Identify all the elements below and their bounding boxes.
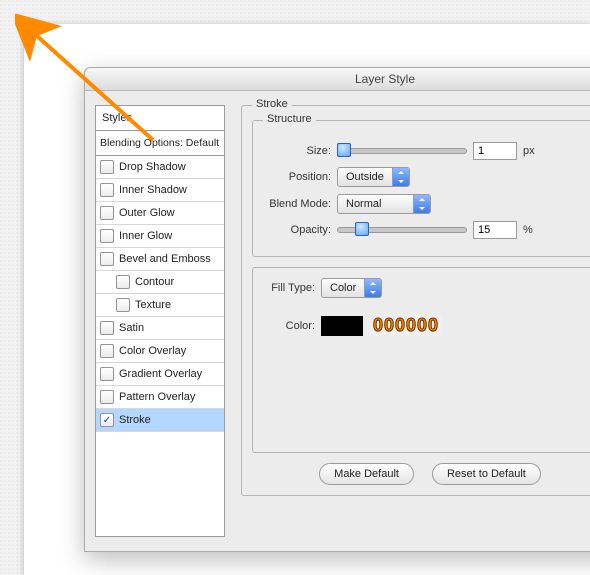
opacity-unit: % — [523, 224, 533, 236]
sidebar-item-label: Outer Glow — [119, 207, 175, 219]
sidebar-item-stroke[interactable]: ✓ Stroke — [96, 409, 224, 432]
blend-mode-label: Blend Mode: — [263, 198, 331, 210]
checkbox[interactable] — [100, 183, 114, 197]
fill-type-label: Fill Type: — [263, 282, 315, 294]
sidebar-item-label: Gradient Overlay — [119, 368, 202, 380]
checkbox[interactable] — [100, 229, 114, 243]
sidebar-item-outer-glow[interactable]: Outer Glow — [96, 202, 224, 225]
size-slider[interactable] — [337, 144, 467, 158]
opacity-slider[interactable] — [337, 223, 467, 237]
checkbox[interactable] — [100, 206, 114, 220]
sidebar-item-drop-shadow[interactable]: Drop Shadow — [96, 156, 224, 179]
color-hex-annotation: 000000 — [369, 314, 443, 337]
checkbox[interactable] — [100, 367, 114, 381]
styles-sidebar: Styles Blending Options: Default Drop Sh… — [95, 105, 225, 537]
sidebar-item-inner-glow[interactable]: Inner Glow — [96, 225, 224, 248]
checkbox[interactable] — [100, 390, 114, 404]
sidebar-item-color-overlay[interactable]: Color Overlay — [96, 340, 224, 363]
sidebar-item-label: Satin — [119, 322, 144, 334]
sidebar-item-label: Pattern Overlay — [119, 391, 195, 403]
sidebar-item-inner-shadow[interactable]: Inner Shadow — [96, 179, 224, 202]
checkbox[interactable] — [100, 344, 114, 358]
checkbox[interactable] — [100, 321, 114, 335]
blending-options-row[interactable]: Blending Options: Default — [96, 131, 224, 156]
structure-subgroup: Structure Size: px Position: Outs — [252, 120, 590, 257]
sidebar-item-label: Stroke — [119, 414, 151, 426]
window-title: Layer Style — [85, 68, 590, 91]
size-input[interactable] — [473, 142, 517, 160]
checkbox[interactable] — [116, 275, 130, 289]
size-label: Size: — [263, 145, 331, 157]
sidebar-header[interactable]: Styles — [96, 106, 224, 131]
sidebar-item-label: Inner Shadow — [119, 184, 187, 196]
sidebar-item-label: Bevel and Emboss — [119, 253, 211, 265]
reset-to-default-button[interactable]: Reset to Default — [432, 463, 541, 485]
size-unit: px — [523, 145, 535, 157]
make-default-button[interactable]: Make Default — [319, 463, 414, 485]
color-swatch[interactable] — [321, 316, 363, 336]
layer-style-window: Layer Style Styles Blending Options: Def… — [84, 67, 590, 552]
sidebar-item-contour[interactable]: Contour — [96, 271, 224, 294]
opacity-label: Opacity: — [263, 224, 331, 236]
sidebar-item-gradient-overlay[interactable]: Gradient Overlay — [96, 363, 224, 386]
position-label: Position: — [263, 171, 331, 183]
sidebar-item-label: Inner Glow — [119, 230, 172, 242]
sidebar-item-satin[interactable]: Satin — [96, 317, 224, 340]
sidebar-item-label: Texture — [135, 299, 171, 311]
sidebar-item-pattern-overlay[interactable]: Pattern Overlay — [96, 386, 224, 409]
checkbox[interactable]: ✓ — [100, 413, 114, 427]
stroke-group-label: Stroke — [252, 98, 292, 110]
sidebar-item-label: Contour — [135, 276, 174, 288]
color-label: Color: — [263, 320, 315, 332]
checkbox[interactable] — [116, 298, 130, 312]
fill-subgroup: Fill Type: Color Color: 000000 — [252, 267, 590, 453]
sidebar-item-label: Drop Shadow — [119, 161, 186, 173]
opacity-input[interactable] — [473, 221, 517, 239]
chevron-updown-icon — [413, 195, 430, 213]
chevron-updown-icon — [364, 279, 381, 297]
structure-label: Structure — [263, 113, 316, 125]
checkbox[interactable] — [100, 160, 114, 174]
sidebar-item-label: Color Overlay — [119, 345, 186, 357]
fill-type-dropdown[interactable]: Color — [321, 278, 382, 298]
checkbox[interactable] — [100, 252, 114, 266]
position-dropdown[interactable]: Outside — [337, 167, 410, 187]
chevron-updown-icon — [392, 168, 409, 186]
blend-mode-dropdown[interactable]: Normal — [337, 194, 431, 214]
stroke-group: Stroke Structure Size: px Position: — [241, 105, 590, 496]
sidebar-item-bevel-and-emboss[interactable]: Bevel and Emboss — [96, 248, 224, 271]
sidebar-item-texture[interactable]: Texture — [96, 294, 224, 317]
